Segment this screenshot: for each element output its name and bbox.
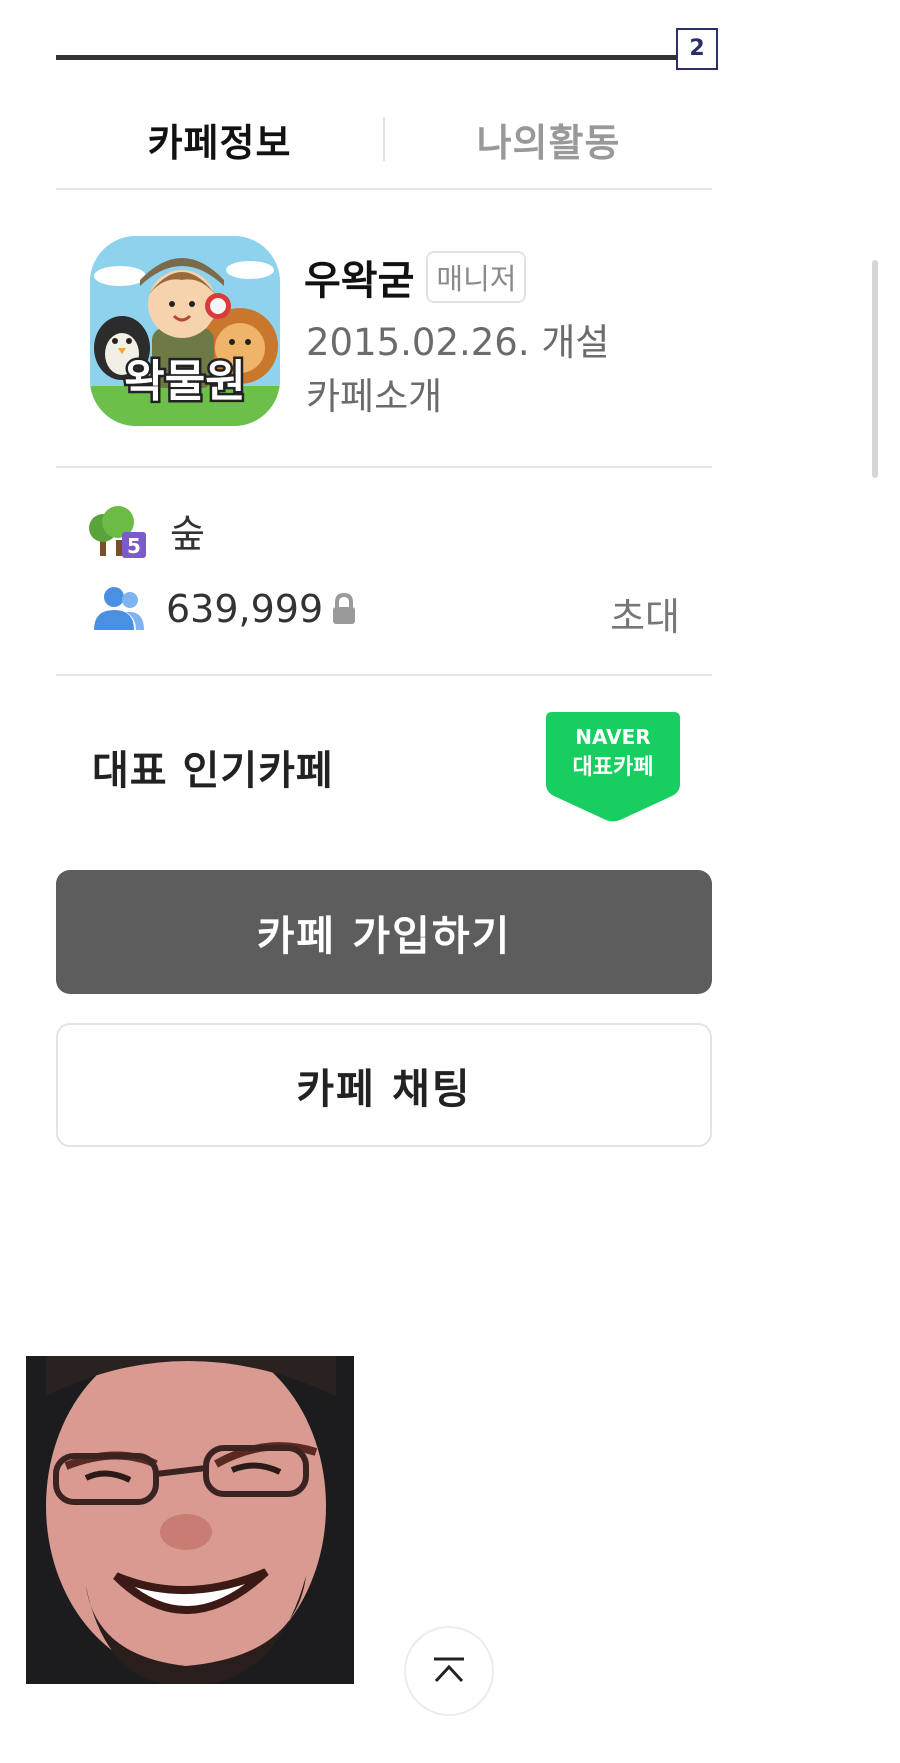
cafe-stats-section: 5 숲 639,999 초대 xyxy=(56,468,712,676)
lock-icon xyxy=(333,592,356,624)
laughing-face-image xyxy=(26,1356,354,1684)
svg-text:왁물원: 왁물원 xyxy=(124,356,245,407)
popular-cafe-section: 대표 인기카페 NAVER 대표카페 xyxy=(56,676,712,826)
naver-badge-line2: 대표카페 xyxy=(573,755,654,780)
cafe-level-row: 5 숲 xyxy=(88,500,205,560)
cafe-name: 우왁굳 xyxy=(304,258,415,304)
laughing-face-art xyxy=(26,1356,354,1684)
cafe-name-row: 우왁굳 매니저 xyxy=(304,248,527,306)
members-icon xyxy=(94,587,144,630)
cafe-tabs: 카페정보 나의활동 xyxy=(56,90,712,190)
role-badge: 매니저 xyxy=(426,251,527,303)
level-name: 숲 xyxy=(170,511,205,556)
cafe-open-date: 2015.02.26. 개설 xyxy=(306,321,610,364)
cafe-thumbnail[interactable]: 왁물원 xyxy=(90,236,280,426)
member-count: 639,999 xyxy=(166,587,324,631)
naver-featured-badge: NAVER 대표카페 xyxy=(546,712,680,822)
cafe-chat-button[interactable]: 카페 채팅 xyxy=(56,1023,712,1147)
invite-button[interactable]: 초대 xyxy=(610,586,680,641)
cafe-info-section: 왁물원 우왁굳 매니저 2015.02.26. 개설 카페소개 xyxy=(56,190,712,468)
scroll-to-top-button[interactable] xyxy=(404,1626,494,1716)
tab-cafe-info[interactable]: 카페정보 xyxy=(56,112,383,167)
level-grade: 5 xyxy=(127,534,141,558)
tab-my-activity[interactable]: 나의활동 xyxy=(385,112,712,167)
member-count-row: 639,999 xyxy=(92,586,359,632)
chevron-up-icon xyxy=(434,1657,464,1683)
page-number-badge: 2 xyxy=(676,28,718,70)
scrollbar-thumb[interactable] xyxy=(872,260,878,478)
popular-cafe-label: 대표 인기카페 xyxy=(92,748,334,794)
cafe-thumbnail-art: 왁물원 xyxy=(90,236,280,426)
top-divider xyxy=(56,55,696,60)
cafe-sidebar-page: 2 카페정보 나의활동 왁물원 우왁굳 매니저 2015.02.26. 개설 카… xyxy=(0,0,900,1763)
tree-level-icon: 5 xyxy=(89,506,146,558)
naver-badge-line1: NAVER xyxy=(575,725,650,749)
cafe-intro-link[interactable]: 카페소개 xyxy=(306,366,442,420)
join-cafe-button[interactable]: 카페 가입하기 xyxy=(56,870,712,994)
